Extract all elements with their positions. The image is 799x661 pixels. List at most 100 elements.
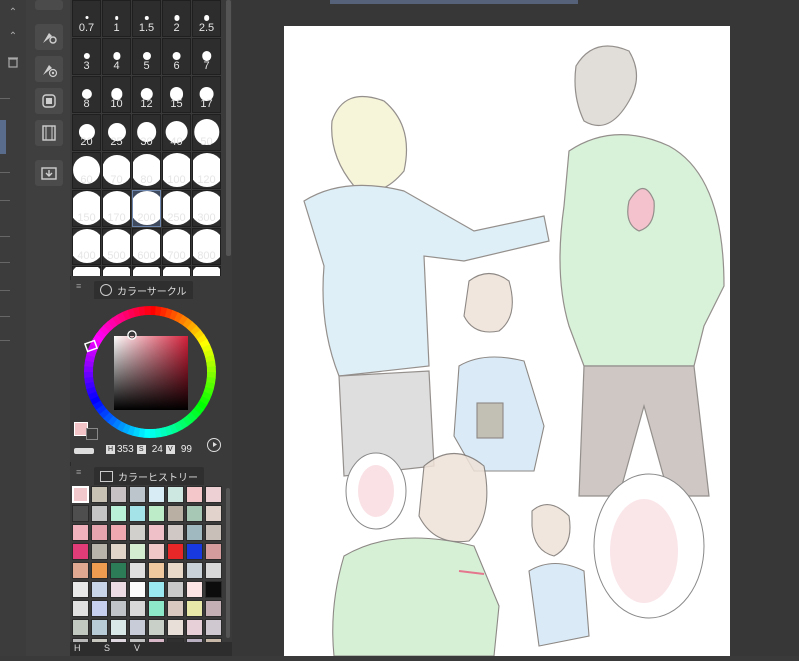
color-history-swatch[interactable] (186, 505, 203, 522)
color-history-swatch[interactable] (72, 543, 89, 560)
color-history-swatch[interactable] (148, 543, 165, 560)
trash-icon[interactable] (0, 54, 26, 70)
color-history-swatch[interactable] (186, 581, 203, 598)
brush-size-cell[interactable]: 700 (162, 228, 191, 265)
color-history-swatch[interactable] (148, 524, 165, 541)
brush-size-cell[interactable] (162, 266, 191, 276)
brush-size-cell[interactable]: 4 (102, 38, 131, 75)
color-circle-tab[interactable]: カラーサークル (94, 281, 193, 299)
color-history-swatch[interactable] (91, 619, 108, 636)
color-history-swatch[interactable] (148, 600, 165, 617)
color-history-swatch[interactable] (110, 581, 127, 598)
color-history-swatch[interactable] (72, 619, 89, 636)
brush-size-cell[interactable]: 70 (102, 152, 131, 189)
brush-size-cell[interactable]: 6 (162, 38, 191, 75)
color-history-swatch[interactable] (72, 581, 89, 598)
color-history-swatch[interactable] (167, 581, 184, 598)
color-history-swatch[interactable] (72, 600, 89, 617)
brush-size-cell[interactable]: 120 (192, 152, 221, 189)
history-s-label[interactable]: S (104, 643, 110, 653)
color-history-swatch[interactable] (148, 581, 165, 598)
color-history-swatch[interactable] (91, 600, 108, 617)
color-history-swatch[interactable] (91, 562, 108, 579)
color-history-swatch[interactable] (205, 600, 222, 617)
color-history-swatch[interactable] (186, 543, 203, 560)
brush-size-cell[interactable]: 80 (132, 152, 161, 189)
color-history-swatch[interactable] (129, 600, 146, 617)
panel-drag-handle[interactable]: ≡ (76, 468, 86, 482)
color-history-swatch[interactable] (91, 543, 108, 560)
brush-size-cell[interactable]: 300 (192, 190, 221, 227)
play-circle-icon[interactable] (207, 438, 221, 452)
brush-panel-scrollbar[interactable] (226, 0, 231, 256)
brush-size-cell[interactable]: 400 (72, 228, 101, 265)
canvas-tab-bar[interactable] (330, 0, 578, 4)
color-history-swatch[interactable] (72, 486, 89, 503)
brush-size-cell[interactable]: 60 (72, 152, 101, 189)
color-history-swatch[interactable] (205, 562, 222, 579)
color-history-swatch[interactable] (167, 562, 184, 579)
brush-size-cell[interactable] (102, 266, 131, 276)
brush-size-cell[interactable]: 30 (132, 114, 161, 151)
brush-size-cell[interactable] (72, 266, 101, 276)
color-history-swatch[interactable] (205, 619, 222, 636)
brush-size-cell[interactable]: 25 (102, 114, 131, 151)
drawing-canvas[interactable] (284, 26, 730, 657)
layer-mask-icon[interactable] (35, 88, 63, 114)
color-history-swatch[interactable] (129, 505, 146, 522)
brush-size-cell[interactable]: 150 (72, 190, 101, 227)
layer-icon[interactable] (35, 0, 63, 10)
color-history-swatch[interactable] (129, 524, 146, 541)
brush-size-cell[interactable]: 8 (72, 76, 101, 113)
panel-drag-handle[interactable]: ≡ (76, 282, 86, 296)
color-wheel[interactable] (78, 300, 224, 442)
color-history-swatch[interactable] (205, 543, 222, 560)
color-history-swatch[interactable] (110, 505, 127, 522)
brush-size-cell[interactable]: 1 (102, 0, 131, 37)
brush-size-cell[interactable]: 1.5 (132, 0, 161, 37)
color-history-swatch[interactable] (148, 486, 165, 503)
color-history-swatch[interactable] (167, 600, 184, 617)
color-history-swatch[interactable] (72, 505, 89, 522)
animation-film-icon[interactable] (35, 120, 63, 146)
brush-size-cell[interactable]: 200 (132, 190, 161, 227)
import-folder-icon[interactable] (35, 160, 63, 186)
color-toggle-bar[interactable] (74, 448, 94, 454)
history-h-label[interactable]: H (74, 643, 81, 653)
brush-size-cell[interactable]: 3 (72, 38, 101, 75)
brush-size-cell[interactable]: 2 (162, 0, 191, 37)
brush-settings-icon[interactable] (35, 24, 63, 50)
brush-size-cell[interactable] (132, 266, 161, 276)
chevron-up-down-icon[interactable]: ⌃ (0, 4, 26, 20)
color-history-swatch[interactable] (129, 619, 146, 636)
color-history-swatch[interactable] (91, 505, 108, 522)
color-history-swatch[interactable] (167, 543, 184, 560)
chevron-up-down-icon[interactable]: ⌃ (0, 28, 26, 44)
color-history-swatch[interactable] (110, 524, 127, 541)
color-history-swatch[interactable] (186, 600, 203, 617)
color-history-swatch[interactable] (167, 619, 184, 636)
brush-target-icon[interactable] (35, 56, 63, 82)
brush-size-cell[interactable]: 17 (192, 76, 221, 113)
brush-size-cell[interactable]: 12 (132, 76, 161, 113)
color-history-swatch[interactable] (129, 562, 146, 579)
brush-size-cell[interactable]: 0.7 (72, 0, 101, 37)
color-history-swatch[interactable] (129, 486, 146, 503)
color-history-swatch[interactable] (110, 543, 127, 560)
brush-size-cell[interactable]: 10 (102, 76, 131, 113)
color-history-swatch[interactable] (167, 524, 184, 541)
color-history-tab[interactable]: カラーヒストリー (94, 467, 204, 485)
brush-size-cell[interactable]: 7 (192, 38, 221, 75)
color-history-swatch[interactable] (110, 562, 127, 579)
brush-size-cell[interactable]: 100 (162, 152, 191, 189)
brush-size-cell[interactable]: 40 (162, 114, 191, 151)
sub-color-swatch[interactable] (86, 428, 98, 440)
brush-size-cell[interactable]: 250 (162, 190, 191, 227)
color-history-swatch[interactable] (129, 543, 146, 560)
color-history-swatch[interactable] (129, 581, 146, 598)
color-history-swatch[interactable] (205, 581, 222, 598)
color-history-swatch[interactable] (167, 486, 184, 503)
history-v-label[interactable]: V (134, 643, 140, 653)
color-history-swatch[interactable] (91, 486, 108, 503)
color-history-swatch[interactable] (110, 600, 127, 617)
